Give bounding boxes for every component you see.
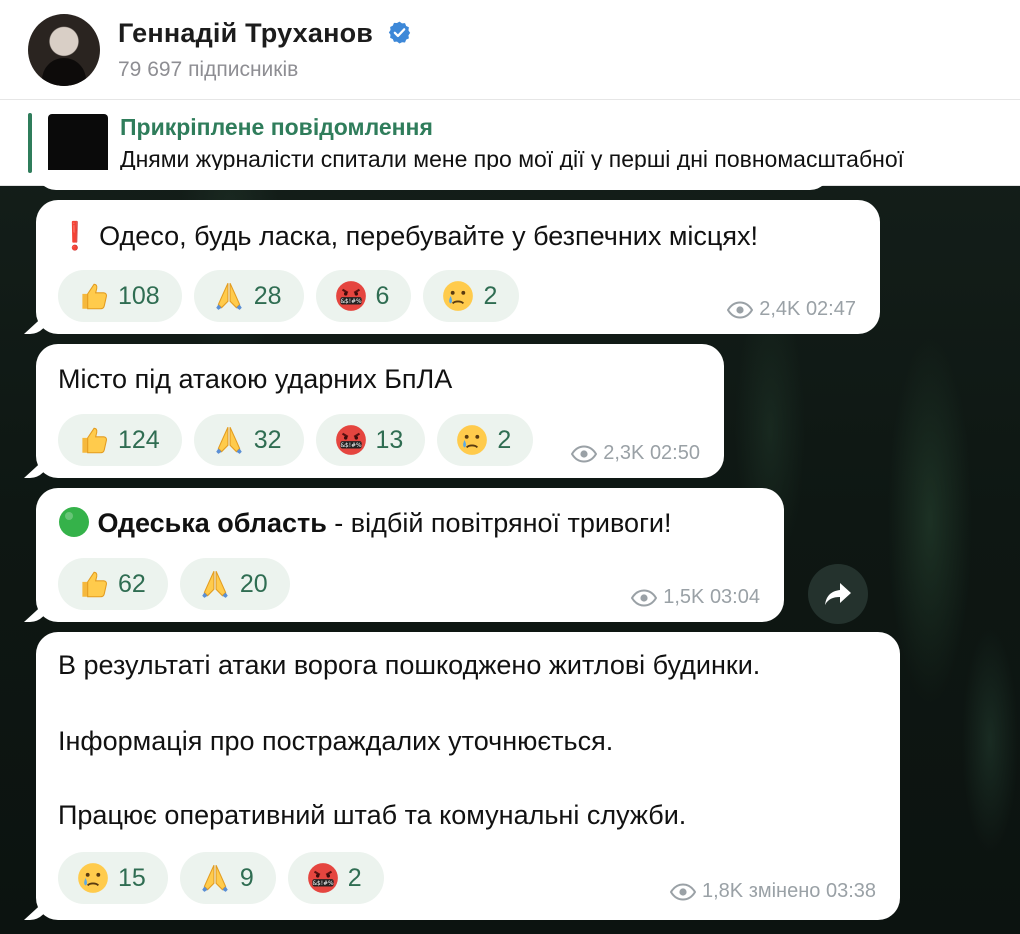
reaction-count: 108: [118, 281, 160, 310]
swearing-face-icon: &$!#%: [307, 863, 338, 893]
reaction-count: 20: [239, 569, 268, 598]
message-meta: 2,3K 02:50: [571, 442, 700, 465]
message-time: 03:04: [709, 586, 760, 608]
verified-badge-icon: [388, 21, 410, 44]
thumbs-up-icon: [82, 427, 108, 454]
reaction-count: 2: [497, 425, 512, 454]
message-time: 02:50: [649, 442, 700, 464]
message-meta: 2,4K 02:47: [727, 298, 856, 321]
message-text: Місто під атакою ударних БпЛА: [58, 364, 453, 394]
pinned-thumbnail: [48, 114, 108, 174]
thumbs-up-icon: [82, 571, 108, 598]
message-text: Одеська область - відбій повітряної трив…: [58, 506, 672, 539]
channel-name-text: Геннадій Труханов: [118, 18, 374, 48]
views-eye-icon: [631, 588, 658, 607]
exclamation-icon: ❗: [58, 221, 92, 251]
views-count: 2,3K: [603, 442, 645, 464]
reaction-swearing[interactable]: &$!#% 13: [315, 414, 426, 466]
reaction-pray[interactable]: 9: [179, 852, 276, 904]
message-line: В результаті атаки ворога пошкоджено жит…: [58, 650, 761, 680]
reactions-row: 124 32 &$!#% 13 2: [58, 414, 534, 466]
message-time: змінено 03:38: [748, 880, 876, 902]
reaction-count: 13: [375, 425, 404, 454]
message-meta: 1,5K 03:04: [631, 586, 760, 609]
svg-text:&$!#%: &$!#%: [340, 299, 361, 305]
message-bubble[interactable]: В результаті атаки ворога пошкоджено жит…: [36, 632, 900, 920]
message-bubble[interactable]: ❗ Одесо, будь ласка, перебувайте у безпе…: [36, 200, 880, 334]
message-line: Інформація про постраждалих уточнюється.: [58, 726, 614, 756]
channel-header[interactable]: Геннадій Труханов 79 697 підписників: [0, 0, 1020, 100]
reaction-thumbs-up[interactable]: 62: [58, 558, 168, 610]
reaction-count: 2: [483, 281, 498, 310]
reaction-thumbs-up[interactable]: 124: [58, 414, 182, 466]
channel-title: Геннадій Труханов: [118, 18, 412, 49]
subscriber-count: 79 697 підписників: [118, 58, 299, 81]
pinned-preview-text: Днями журналісти спитали мене про мої ді…: [120, 146, 905, 172]
green-circle-icon: [59, 507, 89, 537]
reaction-count: 28: [253, 281, 282, 310]
message-meta: 1,8K змінено 03:38: [669, 880, 876, 903]
reaction-pray[interactable]: 28: [193, 270, 304, 322]
praying-hands-icon: [202, 571, 228, 598]
svg-text:&$!#%: &$!#%: [312, 881, 333, 887]
views-count: 1,8K: [701, 880, 744, 902]
views-eye-icon: [727, 300, 754, 319]
crying-face-icon: [78, 863, 108, 893]
reaction-count: 62: [118, 569, 146, 598]
praying-hands-icon: [215, 427, 242, 454]
praying-hands-icon: [215, 283, 242, 310]
reactions-row: 62 20: [58, 558, 290, 610]
reaction-count: 15: [118, 863, 146, 892]
channel-avatar[interactable]: [28, 14, 100, 86]
swearing-face-icon: &$!#%: [335, 281, 366, 311]
thumbs-up-icon: [82, 283, 108, 310]
reaction-swearing[interactable]: &$!#% 6: [315, 270, 412, 322]
reaction-crying[interactable]: 15: [58, 852, 168, 904]
reaction-crying[interactable]: 2: [423, 270, 520, 322]
reaction-count: 9: [239, 863, 254, 892]
reaction-crying[interactable]: 2: [437, 414, 534, 466]
reaction-count: 2: [347, 863, 362, 892]
reaction-count: 6: [375, 281, 390, 310]
views-eye-icon: [571, 444, 598, 463]
reaction-swearing[interactable]: &$!#% 2: [287, 852, 384, 904]
message-time: 02:47: [805, 298, 856, 320]
views-count: 2,4K: [759, 298, 801, 320]
message-bubble[interactable]: Одеська область - відбій повітряної трив…: [36, 488, 784, 622]
message-bubble[interactable]: Місто під атакою ударних БпЛА 124 32 &$!…: [36, 344, 724, 478]
views-count: 1,5K: [663, 586, 705, 608]
share-arrow-icon: [825, 583, 851, 605]
message-text: ❗ Одесо, будь ласка, перебувайте у безпе…: [58, 220, 758, 252]
reaction-pray[interactable]: 20: [179, 558, 290, 610]
reaction-pray[interactable]: 32: [193, 414, 304, 466]
message-line: Працює оперативний штаб та комунальні сл…: [58, 800, 687, 830]
reaction-thumbs-up[interactable]: 108: [58, 270, 182, 322]
message-bold-text: Одеська область: [97, 508, 327, 538]
reaction-count: 32: [253, 425, 282, 454]
previous-message-bubble: [36, 170, 830, 190]
reactions-row: 108 28 &$!#% 6 2: [58, 270, 520, 322]
pinned-indicator-line: [28, 113, 32, 173]
crying-face-icon: [457, 425, 488, 455]
reactions-row: 15 9 &$!#% 2: [58, 852, 384, 904]
views-eye-icon: [669, 882, 696, 901]
reaction-count: 124: [118, 425, 160, 454]
praying-hands-icon: [202, 865, 228, 892]
share-button[interactable]: [808, 564, 868, 624]
swearing-face-icon: &$!#%: [335, 425, 366, 455]
pinned-title: Прикріплене повідомлення: [120, 114, 433, 140]
svg-text:&$!#%: &$!#%: [340, 443, 361, 449]
crying-face-icon: [443, 281, 474, 311]
message-text-content: Одесо, будь ласка, перебувайте у безпечн…: [99, 221, 759, 251]
message-text-content: - відбій повітряної тривоги!: [326, 508, 672, 538]
